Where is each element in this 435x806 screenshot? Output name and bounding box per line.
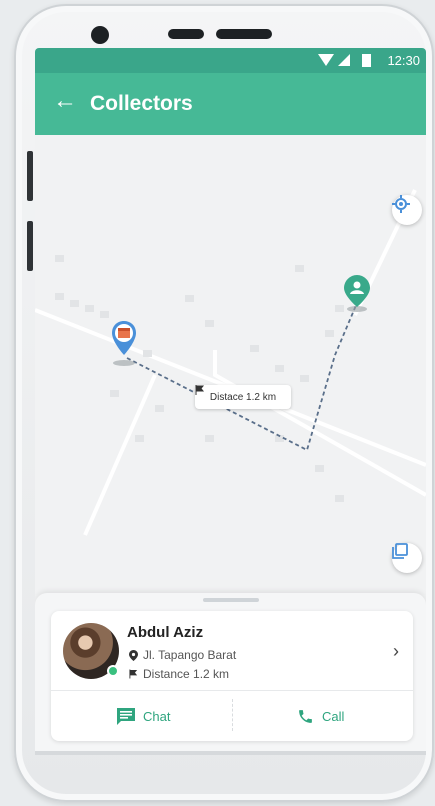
distance-label-text: Distace 1.2 km xyxy=(209,391,277,403)
screen-bottom-edge xyxy=(35,751,426,755)
volume-button xyxy=(27,151,33,201)
speaker-grille xyxy=(216,29,272,39)
map-canvas xyxy=(35,189,426,536)
collector-name: Abdul Aziz xyxy=(127,624,204,641)
collector-pin-icon[interactable] xyxy=(344,275,370,307)
call-label: Call xyxy=(322,708,345,724)
app-screen: 12:30 ← Collectors Distace 1.2 km Abdul … xyxy=(35,48,426,751)
gps-icon xyxy=(392,195,410,213)
location-pin-icon xyxy=(129,649,138,661)
app-bar: ← Collectors xyxy=(35,73,426,135)
sheet-drag-handle[interactable] xyxy=(203,598,259,602)
chat-button[interactable]: Chat xyxy=(117,691,170,741)
collector-address: Jl. Tapango Barat xyxy=(143,648,237,662)
battery-icon xyxy=(362,54,371,67)
map-layers-button[interactable] xyxy=(392,543,422,573)
address-row: Jl. Tapango Barat xyxy=(129,648,236,662)
my-location-button[interactable] xyxy=(392,195,422,225)
distance-label: Distace 1.2 km xyxy=(195,385,291,409)
back-arrow-icon[interactable]: ← xyxy=(53,89,77,113)
chat-icon xyxy=(117,707,135,725)
flag-icon xyxy=(195,385,205,395)
chat-label: Chat xyxy=(143,708,171,724)
page-title: Collectors xyxy=(90,92,193,115)
call-button[interactable]: Call xyxy=(297,691,344,741)
collector-card[interactable]: Abdul Aziz Jl. Tapango Barat Distance 1.… xyxy=(51,611,413,741)
distance-row: Distance 1.2 km xyxy=(129,667,229,681)
wifi-icon xyxy=(318,54,334,66)
flag-icon xyxy=(129,669,138,679)
shop-pin-icon[interactable] xyxy=(112,321,136,355)
phone-icon xyxy=(299,709,312,723)
collector-distance: Distance 1.2 km xyxy=(143,667,230,681)
card-divider xyxy=(51,690,413,691)
layers-icon xyxy=(392,543,408,559)
map-view[interactable]: Distace 1.2 km xyxy=(35,135,426,595)
route-line xyxy=(126,302,358,452)
chevron-right-icon[interactable]: › xyxy=(393,641,399,662)
map-roads xyxy=(35,189,426,536)
status-bar: 12:30 xyxy=(35,48,426,73)
power-button xyxy=(27,221,33,271)
signal-icon xyxy=(338,54,350,66)
sensor xyxy=(168,29,204,39)
status-time: 12:30 xyxy=(387,53,420,68)
action-divider xyxy=(232,699,233,731)
bottom-sheet: Abdul Aziz Jl. Tapango Barat Distance 1.… xyxy=(35,593,426,751)
online-status-dot xyxy=(107,665,119,677)
front-camera xyxy=(91,26,109,44)
